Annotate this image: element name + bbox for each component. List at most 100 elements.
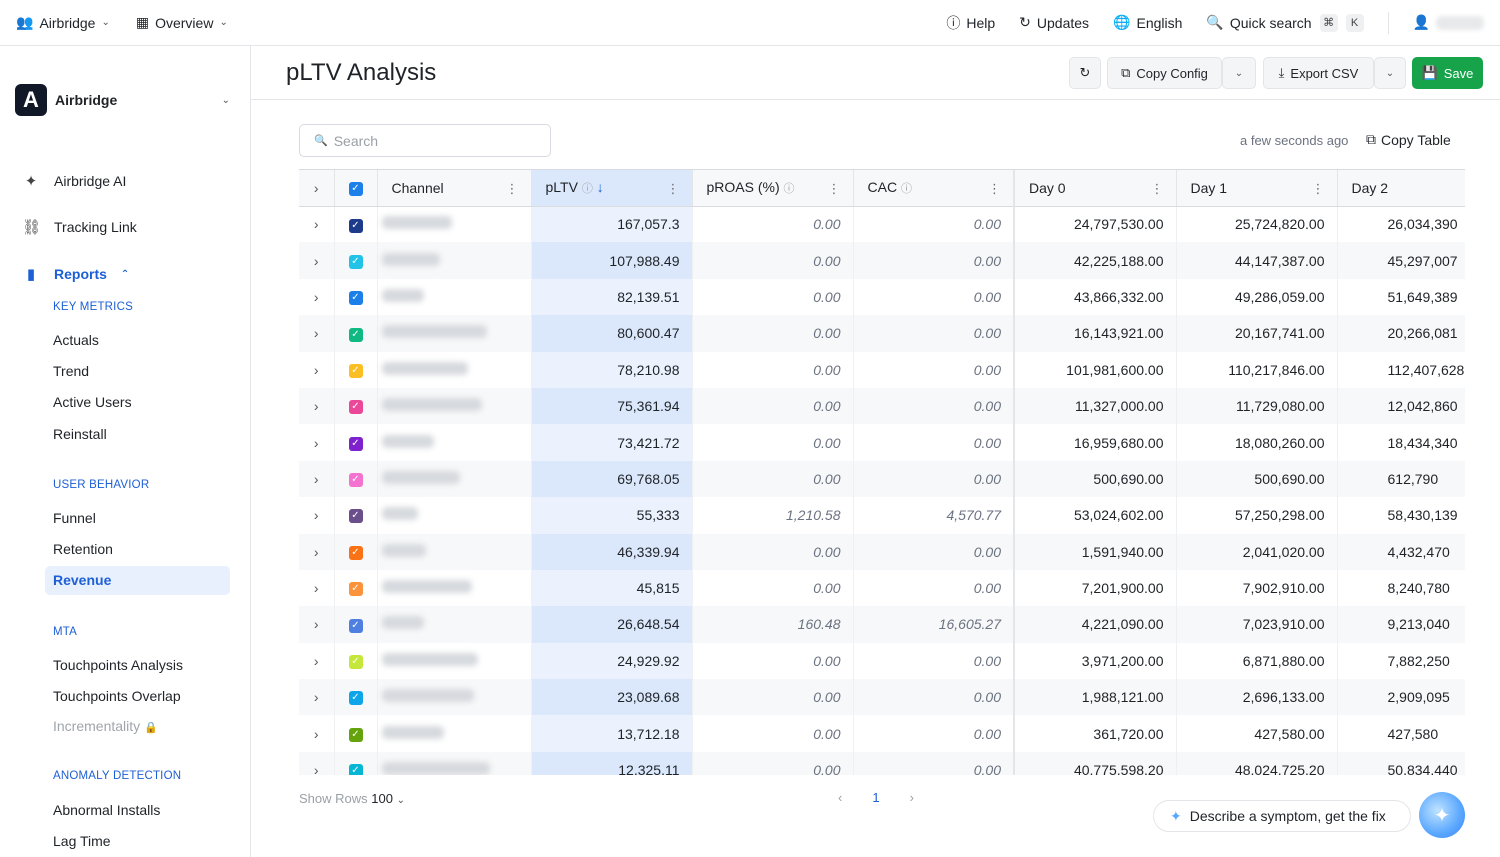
show-rows-selector[interactable]: Show Rows 100 ⌄: [299, 791, 405, 806]
view-switcher[interactable]: ▦ Overview ⌄: [136, 14, 228, 31]
expand-row-button[interactable]: ›: [299, 206, 335, 243]
prev-page-button[interactable]: ‹: [838, 790, 842, 805]
row-checkbox[interactable]: ✓: [334, 679, 378, 716]
page-number[interactable]: 1: [872, 790, 879, 805]
row-checkbox[interactable]: ✓: [334, 387, 378, 425]
table-row[interactable]: › ✓ 167,057.3 0.00 0.00 24,797,530.00 25,724,8…: [299, 206, 1465, 243]
sidebar-item-reinstall[interactable]: Reinstall: [53, 426, 107, 442]
expand-row-button[interactable]: ›: [299, 387, 335, 425]
sidebar-item-airbridge-ai[interactable]: ✦ Airbridge AI: [22, 172, 127, 190]
row-checkbox[interactable]: ✓: [334, 242, 378, 279]
table-row[interactable]: › ✓ 12,325.11 0.00 0.00 40,775,598.20 48,024,7…: [299, 751, 1465, 775]
sidebar-item-active-users[interactable]: Active Users: [53, 394, 132, 410]
copy-config-dropdown[interactable]: ⌄: [1222, 57, 1256, 89]
expand-row-button[interactable]: ›: [299, 569, 335, 607]
sidebar-item-retention[interactable]: Retention: [53, 541, 113, 557]
quick-search-button[interactable]: 🔍 Quick search ⌘ K: [1206, 13, 1364, 32]
sidebar-item-revenue[interactable]: Revenue: [45, 566, 230, 595]
table-row[interactable]: › ✓ 82,139.51 0.00 0.00 43,866,332.00 49,286,0…: [299, 278, 1465, 316]
col-header-cac[interactable]: CAC ⓘ ⋮: [853, 170, 1015, 207]
col-header-proas[interactable]: pROAS (%) ⓘ ⋮: [692, 170, 854, 207]
more-icon[interactable]: ⋮: [1151, 181, 1164, 197]
next-page-button[interactable]: ›: [910, 790, 914, 805]
table-row[interactable]: › ✓ 24,929.92 0.00 0.00 3,971,200.00 6,871,880…: [299, 642, 1465, 680]
more-icon[interactable]: ⋮: [1312, 181, 1325, 197]
col-header-day2[interactable]: Day 2: [1337, 170, 1465, 207]
assistant-prompt[interactable]: ✦ Describe a symptom, get the fix: [1153, 800, 1411, 832]
table-row[interactable]: › ✓ 46,339.94 0.00 0.00 1,591,940.00 2,041,020…: [299, 533, 1465, 570]
select-all-checkbox[interactable]: ✓: [334, 170, 378, 207]
table-row[interactable]: › ✓ 80,600.47 0.00 0.00 16,143,921.00 20,167,7…: [299, 315, 1465, 352]
table-row[interactable]: › ✓ 55,333 1,210.58 4,570.77 53,024,602.00 57,…: [299, 497, 1465, 534]
copy-config-button[interactable]: ⧉ Copy Config: [1107, 57, 1222, 89]
ai-assistant-button[interactable]: ✦: [1419, 792, 1465, 838]
expand-all[interactable]: ›: [299, 170, 335, 207]
row-checkbox[interactable]: ✓: [334, 497, 378, 534]
expand-row-button[interactable]: ›: [299, 533, 335, 570]
org-switcher[interactable]: A Airbridge ⌄: [15, 84, 230, 116]
table-row[interactable]: › ✓ 45,815 0.00 0.00 7,201,900.00 7,902,910.00…: [299, 569, 1465, 607]
language-selector[interactable]: 🌐 English: [1113, 14, 1182, 31]
expand-row-button[interactable]: ›: [299, 351, 335, 388]
expand-row-button[interactable]: ›: [299, 497, 335, 534]
col-header-pltv[interactable]: pLTV ⓘ ↓ ⋮: [531, 170, 693, 207]
table-row[interactable]: › ✓ 23,089.68 0.00 0.00 1,988,121.00 2,696,133…: [299, 679, 1465, 716]
table-row[interactable]: › ✓ 69,768.05 0.00 0.00 500,690.00 500,690.00 6…: [299, 460, 1465, 498]
updates-link[interactable]: ↻ Updates: [1019, 14, 1089, 31]
expand-row-button[interactable]: ›: [299, 424, 335, 461]
more-icon[interactable]: ⋮: [988, 181, 1001, 197]
row-checkbox[interactable]: ✓: [334, 715, 378, 752]
sidebar-item-lag-time[interactable]: Lag Time: [53, 833, 111, 849]
expand-row-button[interactable]: ›: [299, 751, 335, 775]
more-icon[interactable]: ⋮: [667, 181, 680, 197]
row-checkbox[interactable]: ✓: [334, 278, 378, 316]
row-checkbox[interactable]: ✓: [334, 569, 378, 607]
table-row[interactable]: › ✓ 75,361.94 0.00 0.00 11,327,000.00 11,729,0…: [299, 387, 1465, 425]
user-menu[interactable]: 👤: [1413, 14, 1484, 31]
table-row[interactable]: › ✓ 78,210.98 0.00 0.00 101,981,600.00 110,217…: [299, 351, 1465, 388]
expand-row-button[interactable]: ›: [299, 460, 335, 498]
workspace-switcher[interactable]: 👥 Airbridge ⌄: [16, 14, 110, 31]
sidebar-item-touchpoints-overlap[interactable]: Touchpoints Overlap: [53, 688, 181, 704]
sort-desc-icon[interactable]: ↓: [597, 179, 604, 195]
row-checkbox[interactable]: ✓: [334, 642, 378, 680]
sidebar-item-touchpoints-analysis[interactable]: Touchpoints Analysis: [53, 657, 183, 673]
table-row[interactable]: › ✓ 26,648.54 160.48 16,605.27 4,221,090.00 7,…: [299, 606, 1465, 643]
table-row[interactable]: › ✓ 13,712.18 0.00 0.00 361,720.00 427,580.00 4…: [299, 715, 1465, 752]
col-header-channel[interactable]: Channel ⋮: [377, 170, 532, 207]
export-csv-button[interactable]: ⤓ Export CSV: [1263, 57, 1374, 89]
sidebar-item-reports[interactable]: ▮ Reports ⌃: [22, 265, 129, 283]
help-link[interactable]: ⓘ Help: [946, 13, 995, 33]
row-checkbox[interactable]: ✓: [334, 351, 378, 388]
expand-row-button[interactable]: ›: [299, 715, 335, 752]
row-checkbox[interactable]: ✓: [334, 606, 378, 643]
copy-table-button[interactable]: ⧉ Copy Table: [1366, 131, 1451, 148]
expand-row-button[interactable]: ›: [299, 679, 335, 716]
expand-row-button[interactable]: ›: [299, 606, 335, 643]
refresh-button[interactable]: ↻: [1069, 57, 1101, 89]
sidebar-item-abnormal-installs[interactable]: Abnormal Installs: [53, 802, 160, 818]
sidebar-item-trend[interactable]: Trend: [53, 363, 89, 379]
table-row[interactable]: › ✓ 107,988.49 0.00 0.00 42,225,188.00 44,147,…: [299, 242, 1465, 279]
sidebar-item-funnel[interactable]: Funnel: [53, 510, 96, 526]
row-checkbox[interactable]: ✓: [334, 315, 378, 352]
row-checkbox[interactable]: ✓: [334, 460, 378, 498]
expand-row-button[interactable]: ›: [299, 642, 335, 680]
row-checkbox[interactable]: ✓: [334, 424, 378, 461]
sidebar-item-actuals[interactable]: Actuals: [53, 332, 99, 348]
row-checkbox[interactable]: ✓: [334, 533, 378, 570]
save-button[interactable]: 💾 Save: [1412, 57, 1483, 89]
row-checkbox[interactable]: ✓: [334, 206, 378, 243]
table-row[interactable]: › ✓ 73,421.72 0.00 0.00 16,959,680.00 18,080,2…: [299, 424, 1465, 461]
sidebar-item-tracking-link[interactable]: ⛓ Tracking Link: [22, 218, 137, 236]
expand-row-button[interactable]: ›: [299, 242, 335, 279]
col-header-day1[interactable]: Day 1 ⋮: [1176, 170, 1338, 207]
expand-row-button[interactable]: ›: [299, 278, 335, 316]
col-header-day0[interactable]: Day 0 ⋮: [1014, 170, 1177, 207]
more-icon[interactable]: ⋮: [828, 181, 841, 197]
more-icon[interactable]: ⋮: [506, 181, 519, 197]
expand-row-button[interactable]: ›: [299, 315, 335, 352]
export-csv-dropdown[interactable]: ⌄: [1374, 57, 1406, 89]
row-checkbox[interactable]: ✓: [334, 751, 378, 775]
search-input[interactable]: 🔍 Search: [299, 124, 551, 157]
